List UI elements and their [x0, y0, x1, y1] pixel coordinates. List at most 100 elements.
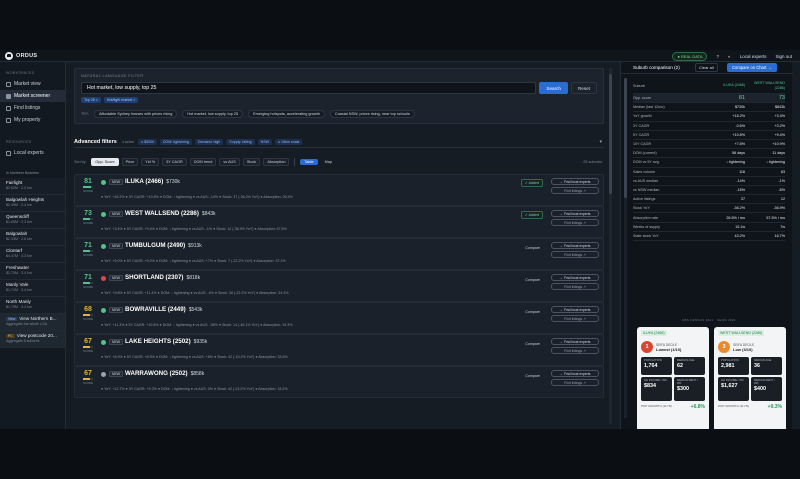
example-query[interactable]: Emerging hotspots, accelerating growth: [248, 110, 325, 118]
nearby-suburb[interactable]: Queenscliff $1.65M · 2.3 km: [0, 212, 65, 229]
filter-chip[interactable]: NSW: [257, 138, 273, 145]
active-chip-hot-market[interactable]: Hot/tight market ×: [103, 97, 139, 103]
suburb-name[interactable]: LAKE HEIGHTS (2502) $935k: [125, 338, 207, 345]
suburb-b-value: ↓ tightening: [766, 160, 785, 165]
main-scrollbar[interactable]: [609, 68, 612, 424]
sidebar-item-label: My property: [14, 117, 41, 123]
find-local-experts-button[interactable]: → Find local experts: [551, 178, 599, 185]
filter-chip[interactable]: Supply: falling: [226, 138, 255, 145]
sort-opp-score[interactable]: Opp. Score: [91, 158, 119, 166]
filter-chip[interactable]: DOM: tightening: [159, 138, 192, 145]
result-row[interactable]: 73 SCORE NEW WEST WALLSEND (2286) $843k ● YoY…: [74, 206, 604, 238]
find-listings-button[interactable]: Find listings ↗: [551, 251, 599, 258]
metric-label: Median (last 12mo): [633, 105, 665, 110]
example-query[interactable]: Hot market, low supply, top 25: [182, 110, 244, 118]
sign-out-link[interactable]: Sign out: [775, 54, 792, 59]
seifa-value: Lowest (1/10): [656, 346, 682, 352]
result-row[interactable]: 71 SCORE NEW SHORTLAND (2307) $818k ● YoY: +9…: [74, 270, 604, 302]
suburb-name[interactable]: WEST WALLSEND (2286) $843k: [125, 210, 216, 217]
stat-label: MEDIAN RENT / WK: [754, 378, 775, 385]
view-postcode-link[interactable]: PC View postcode 20... Aggregate 8 suburbs: [0, 331, 65, 348]
find-listings-button[interactable]: Find listings ↗: [551, 347, 599, 354]
find-listings-button[interactable]: Find listings ↗: [551, 379, 599, 386]
nearby-suburb[interactable]: North Manly $1.79M · 3.4 km: [0, 297, 65, 314]
sidebar-item-my-property[interactable]: My property: [0, 114, 65, 126]
compare-button[interactable]: Compare: [522, 373, 543, 379]
sort-dom-trend[interactable]: DOM trend: [189, 158, 217, 166]
result-row[interactable]: 67 SCORE NEW WARRAWONG (2502) $858k ● YoY: +1…: [74, 366, 604, 398]
find-local-experts-button[interactable]: → Find local experts: [551, 370, 599, 377]
find-listings-button[interactable]: Find listings ↗: [551, 219, 599, 226]
view-map-button[interactable]: Map: [321, 159, 336, 165]
added-badge[interactable]: ✓ Added: [520, 179, 543, 187]
find-local-experts-button[interactable]: → Find local experts: [551, 242, 599, 249]
sidebar-item-local-experts[interactable]: Local experts: [0, 147, 65, 159]
clear-all-button[interactable]: Clear all: [695, 63, 718, 72]
chevron-down-icon[interactable]: ▾: [599, 139, 602, 145]
theme-toggle-icon[interactable]: ◐: [728, 54, 731, 59]
search-button[interactable]: Search: [539, 82, 568, 94]
suburb-name[interactable]: BOWRAVILLE (2449) $543k: [125, 306, 202, 313]
seifa-block: 3 SEIFA DECILE Low (3/10): [718, 341, 782, 353]
active-chip-top25[interactable]: Top 25 ×: [81, 97, 101, 103]
compare-on-chart-button[interactable]: Compare on Chart →: [727, 63, 777, 72]
view-lga-link[interactable]: View View Northern B... Aggregate the whol…: [0, 314, 65, 331]
compare-button[interactable]: Compare: [522, 309, 543, 315]
sidebar-item-find-listings[interactable]: Find listings: [0, 102, 65, 114]
suburb-a-name[interactable]: ILUKA (2466): [705, 83, 745, 88]
result-row[interactable]: 67 SCORE NEW LAKE HEIGHTS (2502) $935k ● YoY:…: [74, 334, 604, 366]
sidebar-item-market-screener[interactable]: Market screener: [0, 90, 65, 102]
suburb-name[interactable]: SHORTLAND (2307) $818k: [125, 274, 200, 281]
filter-chip[interactable]: Demand: high: [194, 138, 224, 145]
reset-button[interactable]: Reset: [570, 82, 597, 94]
suburb-b-name[interactable]: WEST WALLSEND (2286): [745, 81, 785, 90]
result-row[interactable]: 81 SCORE NEW ILUKA (2466) $730k ● YoY: +16.2%…: [74, 174, 604, 206]
added-badge[interactable]: ✓ Added: [520, 211, 543, 219]
compare-button[interactable]: Compare: [522, 277, 543, 283]
result-row[interactable]: 71 SCORE NEW TUMBULGUM (2490) $913k ● YoY: +9…: [74, 238, 604, 270]
find-listings-button[interactable]: Find listings ↗: [551, 187, 599, 194]
filter-chip[interactable]: ≤ 15km coast: [275, 138, 303, 145]
sort-stock[interactable]: Stock: [242, 158, 261, 166]
panel-scrollbar[interactable]: [624, 78, 627, 418]
stat-label: HH INCOME / WK: [644, 378, 667, 382]
people-icon: [6, 150, 11, 156]
suburb-name[interactable]: WARRAWONG (2502) $858k: [125, 370, 204, 377]
sort-price[interactable]: Price: [121, 158, 139, 166]
find-local-experts-button[interactable]: → Find local experts: [551, 274, 599, 281]
help-icon[interactable]: ?: [716, 54, 719, 59]
find-listings-button[interactable]: Find listings ↗: [551, 315, 599, 322]
nearby-suburb[interactable]: Balgowlah $2.33M · 2.6 km: [0, 229, 65, 246]
sort-absorption[interactable]: Absorption: [263, 158, 290, 166]
nearby-suburb[interactable]: Fairlight $2.62M · 2.0 km: [0, 178, 65, 195]
nearby-suburb[interactable]: Clontarf $4.47M · 3.3 km: [0, 246, 65, 263]
search-input[interactable]: Hot market, low supply, top 25: [81, 82, 537, 94]
compare-button[interactable]: Compare: [522, 245, 543, 251]
metric-label: DOM vs 5Y avg: [633, 160, 659, 165]
local-experts-link[interactable]: Local experts: [740, 54, 767, 59]
filter-chip[interactable]: ≤ $500k: [138, 138, 157, 145]
suburb-name[interactable]: TUMBULGUM (2490) $913k: [125, 242, 202, 249]
nearby-suburb[interactable]: Balgowlah Heights $2.49M · 2.4 km: [0, 195, 65, 212]
view-table-button[interactable]: Table: [300, 159, 318, 165]
example-query[interactable]: Coastal NSW, prices rising, near top sch…: [329, 110, 415, 118]
metric-label: vs AUS median: [633, 178, 659, 183]
find-local-experts-button[interactable]: → Find local experts: [551, 338, 599, 345]
sort-yield[interactable]: Yld %: [141, 158, 160, 166]
logo[interactable]: ORDUS: [5, 51, 37, 60]
example-query[interactable]: Affordable Sydney houses with prices ris…: [93, 110, 178, 118]
sort-vs-aus[interactable]: vs AUS: [219, 158, 240, 166]
sort-5y-cagr[interactable]: 5Y CAGR: [162, 158, 187, 166]
score-bar: [83, 282, 93, 284]
score-value: 81: [84, 178, 92, 185]
find-local-experts-button[interactable]: → Find local experts: [551, 306, 599, 313]
advanced-filters-bar[interactable]: Advanced filters 4 active ≤ $500k DOM: t…: [74, 136, 604, 148]
find-listings-button[interactable]: Find listings ↗: [551, 283, 599, 290]
nearby-suburb[interactable]: Manly Vale $1.71M · 3.4 km: [0, 280, 65, 297]
suburb-name[interactable]: ILUKA (2466) $730k: [125, 178, 180, 185]
sidebar-item-market-view[interactable]: Market view: [0, 78, 65, 90]
nearby-suburb[interactable]: Freshwater $2.70M · 3.4 km: [0, 263, 65, 280]
compare-button[interactable]: Compare: [522, 341, 543, 347]
result-row[interactable]: 68 SCORE NEW BOWRAVILLE (2449) $543k ● YoY: +…: [74, 302, 604, 334]
find-local-experts-button[interactable]: → Find local experts: [551, 210, 599, 217]
